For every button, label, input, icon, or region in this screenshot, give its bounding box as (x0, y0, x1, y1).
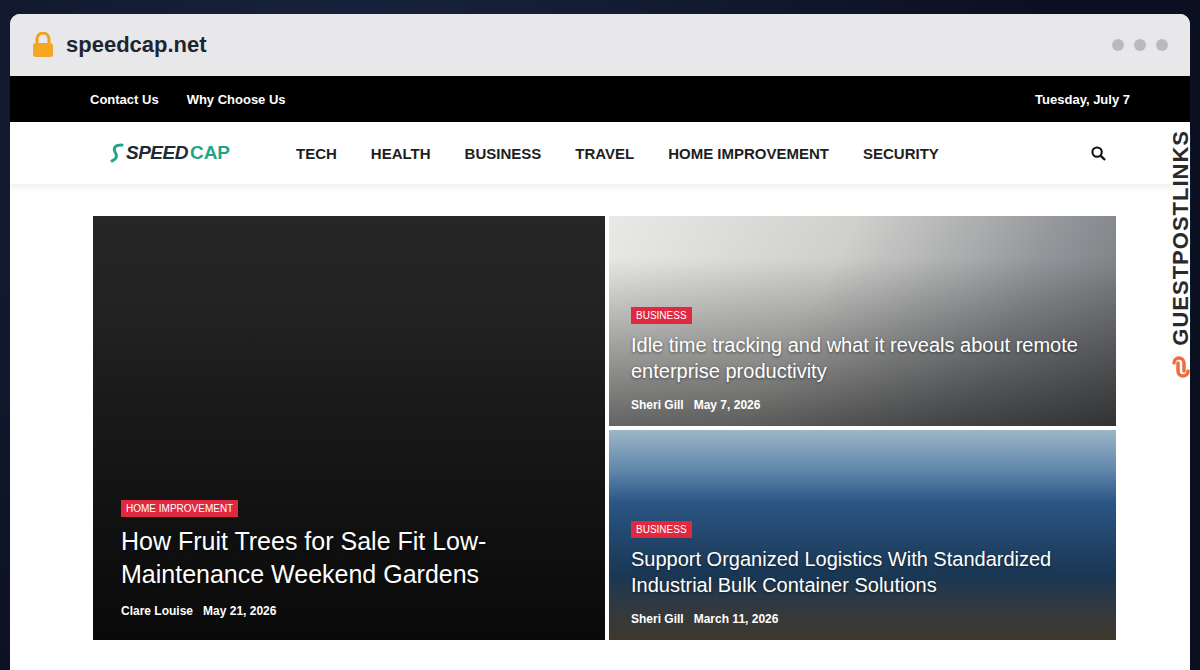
top-bar: Contact Us Why Choose Us Tuesday, July 7 (10, 76, 1190, 122)
post-meta: Sheri Gill May 7, 2026 (631, 398, 760, 412)
nav-item[interactable]: BUSINESS (465, 145, 542, 162)
category-tag[interactable]: BUSINESS (631, 521, 692, 538)
chain-link-icon (1168, 354, 1194, 380)
logo[interactable]: SPEEDCAP (110, 142, 296, 164)
url[interactable]: speedcap.net (66, 32, 207, 58)
window-controls (1112, 39, 1168, 51)
window-dot[interactable] (1156, 39, 1168, 51)
post-card[interactable]: HOME IMPROVEMENT How Fruit Trees for Sale… (93, 216, 605, 640)
address-bar: speedcap.net (10, 14, 1190, 76)
watermark: GUESTPOSTLINKS (1168, 130, 1194, 380)
post-title[interactable]: How Fruit Trees for Sale Fit Low-Mainten… (121, 525, 577, 590)
author[interactable]: Sheri Gill (631, 612, 684, 626)
window-dot[interactable] (1134, 39, 1146, 51)
category-tag[interactable]: HOME IMPROVEMENT (121, 500, 238, 517)
author[interactable]: Sheri Gill (631, 398, 684, 412)
nav-item[interactable]: HEALTH (371, 145, 431, 162)
logo-swoosh-icon (110, 142, 124, 164)
post-meta: Sheri Gill March 11, 2026 (631, 612, 778, 626)
lock-icon (32, 32, 54, 58)
top-link[interactable]: Contact Us (90, 92, 159, 107)
header: SPEEDCAPTECHHEALTHBUSINESSTRAVELHOME IMP… (10, 122, 1190, 184)
nav-item[interactable]: TRAVEL (575, 145, 634, 162)
post-card[interactable]: BUSINESS Idle time tracking and what it r… (609, 216, 1116, 426)
top-link[interactable]: Why Choose Us (187, 92, 286, 107)
logo-text: SPEED (126, 142, 188, 164)
post-title[interactable]: Support Organized Logistics With Standar… (631, 546, 1094, 598)
window-dot[interactable] (1112, 39, 1124, 51)
nav-item[interactable]: SECURITY (863, 145, 939, 162)
logo-accent: CAP (190, 142, 230, 164)
hero-grid: HOME IMPROVEMENT How Fruit Trees for Sale… (10, 184, 1190, 640)
post-meta: Clare Louise May 21, 2026 (121, 604, 276, 618)
nav-item[interactable]: HOME IMPROVEMENT (668, 145, 829, 162)
search-button[interactable] (1087, 142, 1110, 165)
page: speedcap.net Contact Us Why Choose Us Tuesd… (0, 0, 1200, 670)
post-date: May 7, 2026 (694, 398, 761, 412)
search-icon (1091, 146, 1106, 161)
category-tag[interactable]: BUSINESS (631, 307, 692, 324)
watermark-text: GUESTPOSTLINKS (1168, 130, 1194, 346)
post-date: May 21, 2026 (203, 604, 276, 618)
browser-window: speedcap.net Contact Us Why Choose Us Tuesd… (10, 14, 1190, 670)
post-date: March 11, 2026 (694, 612, 779, 626)
author[interactable]: Clare Louise (121, 604, 193, 618)
main-nav: TECH HEALTH BUSINESS TRAVEL HOME IMPROVEMENT… (296, 145, 939, 162)
post-card[interactable]: BUSINESS Support Organized Logistics With… (609, 430, 1116, 640)
nav-item[interactable]: TECH (296, 145, 337, 162)
date: Tuesday, July 7 (1035, 92, 1130, 107)
post-title[interactable]: Idle time tracking and what it reveals a… (631, 332, 1094, 384)
